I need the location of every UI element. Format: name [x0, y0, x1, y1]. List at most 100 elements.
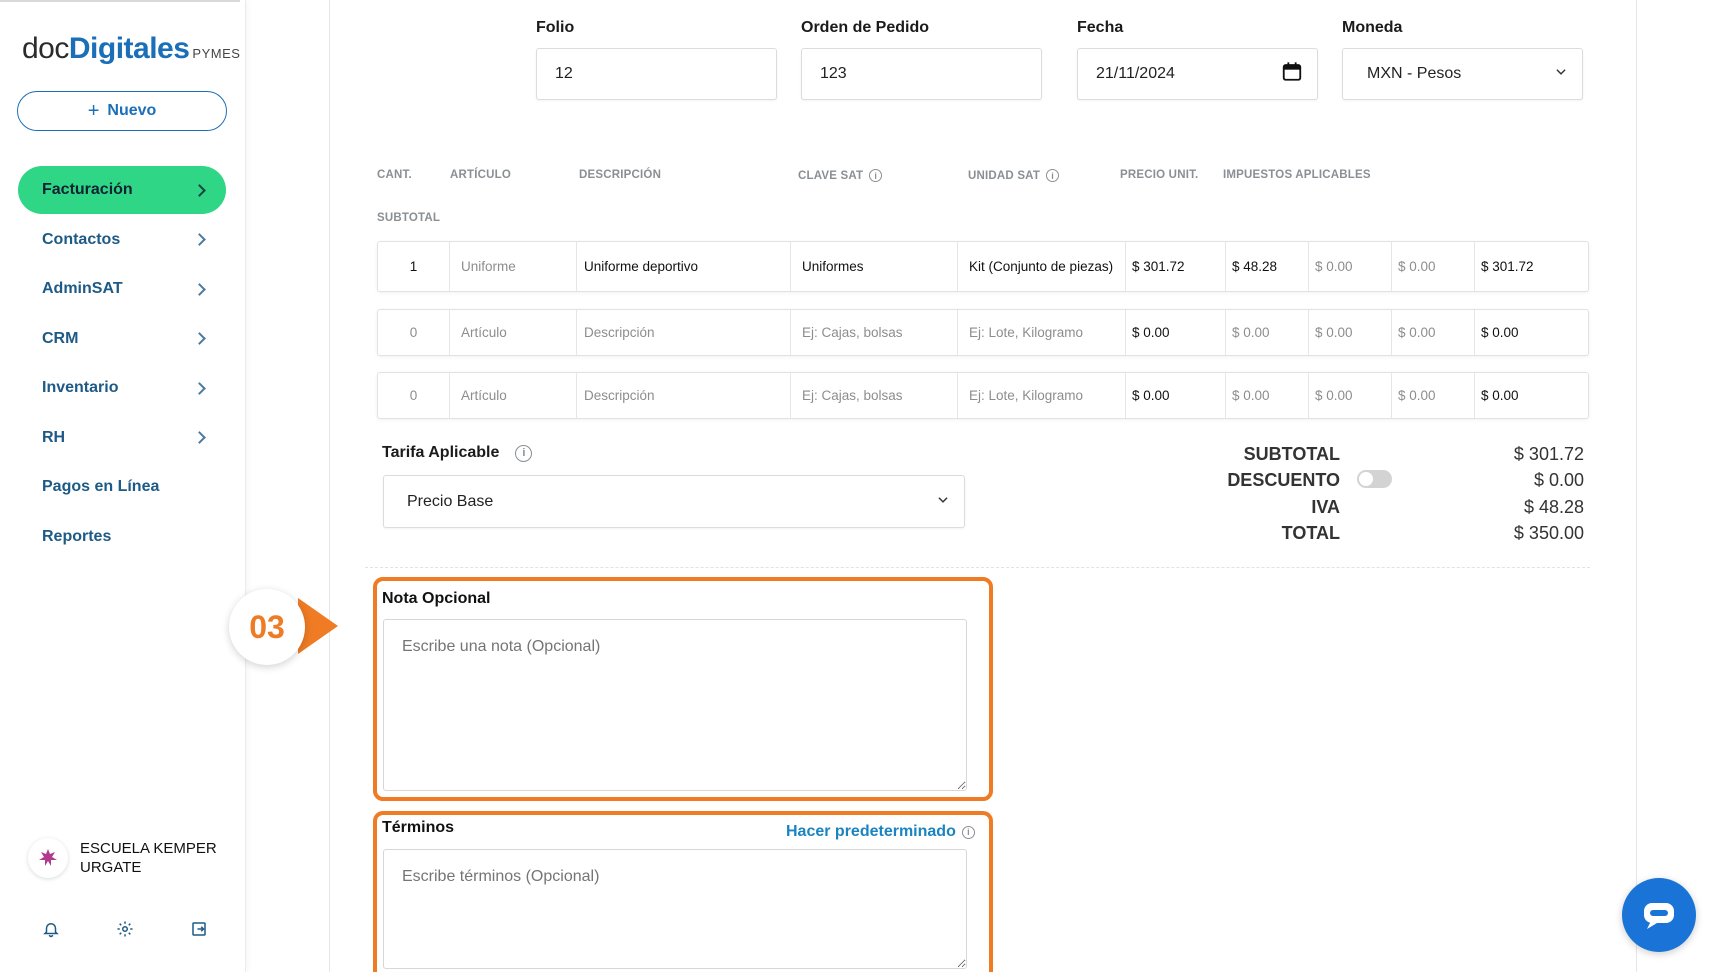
- new-button[interactable]: + Nuevo: [17, 91, 227, 131]
- cell-descripcion[interactable]: Uniforme deportivo: [577, 242, 791, 291]
- cell-precio[interactable]: $ 0.00: [1126, 310, 1226, 355]
- cell-unidad-sat[interactable]: Ej: Lote, Kilogramo: [958, 373, 1126, 418]
- chevron-down-icon: [1554, 65, 1568, 84]
- sidebar-item-adminsat[interactable]: AdminSAT: [18, 265, 226, 313]
- folio-label: Folio: [536, 19, 575, 36]
- cell-subtotal: $ 301.72: [1481, 258, 1534, 274]
- header-clave-sat: CLAVE SAT i: [798, 169, 883, 182]
- table-row: 0 Artículo Descripción Ej: Cajas, bolsas…: [377, 309, 1589, 356]
- school-logo-icon: [39, 849, 57, 866]
- chevron-right-icon: [193, 381, 206, 395]
- tarifa-select[interactable]: Precio Base: [383, 475, 965, 528]
- cell-articulo[interactable]: Artículo: [450, 310, 577, 355]
- terminos-label: Términos: [382, 819, 455, 836]
- sidebar-item-reportes[interactable]: Reportes: [18, 513, 226, 561]
- sidebar-item-pagos-en-linea[interactable]: Pagos en Línea: [18, 463, 226, 511]
- sidebar-item-rh[interactable]: RH: [18, 414, 226, 462]
- info-icon[interactable]: i: [515, 444, 533, 462]
- descuento-label: DESCUENTO: [1227, 470, 1340, 490]
- total-label: TOTAL: [1281, 523, 1340, 543]
- folio-input[interactable]: 12: [536, 48, 777, 100]
- header-unidad-sat: UNIDAD SAT i: [968, 169, 1060, 182]
- subtotal-label: SUBTOTAL: [1243, 444, 1340, 464]
- cell-precio[interactable]: $ 301.72: [1126, 242, 1226, 291]
- cell-cant[interactable]: 1: [378, 242, 450, 291]
- cell-articulo[interactable]: Artículo: [450, 373, 577, 418]
- tarifa-aplicable-label: Tarifa Aplicable i: [382, 444, 533, 462]
- cell-precio[interactable]: $ 0.00: [1126, 373, 1226, 418]
- totals-values: $ 301.72 $ 0.00 $ 48.28 $ 350.00: [1420, 444, 1584, 544]
- cell-articulo[interactable]: Uniforme: [450, 242, 577, 291]
- descuento-value: $ 0.00: [1533, 470, 1584, 490]
- table-row: 0 Artículo Descripción Ej: Cajas, bolsas…: [377, 372, 1589, 419]
- hacer-predeterminado-link[interactable]: Hacer predeterminado i: [786, 823, 975, 841]
- sidebar-item-facturacion[interactable]: Facturación: [18, 166, 226, 214]
- iva-value: $ 48.28: [1523, 497, 1584, 517]
- subtotal-value: $ 301.72: [1513, 444, 1584, 464]
- sidebar-item-crm[interactable]: CRM: [18, 315, 226, 363]
- gear-icon[interactable]: [114, 918, 136, 940]
- cell-tax-1[interactable]: $ 0.00: [1226, 373, 1309, 418]
- cell-tax-3[interactable]: $ 0.00: [1392, 310, 1475, 355]
- chat-bubble-icon: [1644, 903, 1674, 929]
- total-value: $ 350.00: [1513, 523, 1584, 543]
- chevron-down-icon: [936, 492, 950, 511]
- info-icon[interactable]: i: [961, 825, 975, 839]
- totals-labels: SUBTOTAL DESCUENTO IVA TOTAL: [1160, 444, 1340, 544]
- cell-subtotal: $ 0.00: [1481, 324, 1519, 340]
- nota-textarea[interactable]: [383, 619, 967, 791]
- cell-clave-sat[interactable]: Ej: Cajas, bolsas: [791, 373, 958, 418]
- cell-cant[interactable]: 0: [378, 310, 450, 355]
- organization-switcher[interactable]: ESCUELA KEMPER URGATE: [28, 838, 230, 878]
- header-precio-unit: PRECIO UNIT.: [1120, 169, 1199, 181]
- calendar-icon[interactable]: [1281, 61, 1303, 88]
- cell-tax-2[interactable]: $ 0.00: [1309, 373, 1392, 418]
- new-button-label: Nuevo: [107, 102, 157, 119]
- cell-tax-1[interactable]: $ 0.00: [1226, 310, 1309, 355]
- cell-clave-sat[interactable]: Uniformes: [791, 242, 958, 291]
- sidebar-item-contactos[interactable]: Contactos: [18, 216, 226, 264]
- cell-unidad-sat[interactable]: Ej: Lote, Kilogramo: [958, 310, 1126, 355]
- header-impuestos: IMPUESTOS APLICABLES: [1223, 169, 1371, 181]
- cell-descripcion[interactable]: Descripción: [577, 373, 791, 418]
- info-icon[interactable]: i: [1046, 169, 1060, 182]
- table-row: 1 Uniforme Uniforme deportivo Uniformes …: [377, 241, 1589, 292]
- descuento-toggle[interactable]: [1357, 470, 1392, 488]
- cell-unidad-sat[interactable]: Kit (Conjunto de piezas): [958, 242, 1126, 291]
- terminos-textarea[interactable]: [383, 849, 967, 969]
- cell-cant[interactable]: 0: [378, 373, 450, 418]
- cell-tax-3[interactable]: $ 0.00: [1392, 242, 1475, 291]
- app-logo[interactable]: docDigitales PYMES: [22, 32, 240, 66]
- orden-pedido-input[interactable]: 123: [801, 48, 1042, 100]
- orden-pedido-label: Orden de Pedido: [801, 19, 930, 36]
- fecha-input[interactable]: 21/11/2024: [1077, 48, 1318, 100]
- plus-icon: +: [87, 100, 100, 122]
- cell-descripcion[interactable]: Descripción: [577, 310, 791, 355]
- chevron-right-icon: [193, 431, 206, 444]
- bell-icon[interactable]: [40, 918, 62, 940]
- sidebar-nav: Facturación Contactos AdminSAT CRM Inven…: [18, 166, 226, 562]
- chevron-right-icon: [193, 332, 206, 345]
- nota-opcional-label: Nota Opcional: [382, 590, 491, 607]
- cell-tax-2[interactable]: $ 0.00: [1309, 242, 1392, 291]
- cell-tax-1[interactable]: $ 48.28: [1226, 242, 1309, 291]
- header-subtotal: SUBTOTAL: [377, 212, 441, 224]
- moneda-select[interactable]: MXN - Pesos: [1342, 48, 1583, 100]
- organization-avatar: [28, 838, 68, 878]
- cell-clave-sat[interactable]: Ej: Cajas, bolsas: [791, 310, 958, 355]
- iva-label: IVA: [1311, 497, 1340, 517]
- cell-tax-3[interactable]: $ 0.00: [1392, 373, 1475, 418]
- sidebar-item-inventario[interactable]: Inventario: [18, 364, 226, 412]
- chevron-right-icon: [193, 282, 206, 296]
- sidebar-footer-icons: [40, 918, 210, 940]
- moneda-label: Moneda: [1342, 19, 1403, 36]
- chevron-right-icon: [193, 233, 206, 246]
- organization-name: ESCUELA KEMPER URGATE: [80, 840, 217, 876]
- header-articulo: ARTÍCULO: [450, 169, 512, 181]
- cell-tax-2[interactable]: $ 0.00: [1309, 310, 1392, 355]
- logout-icon[interactable]: [188, 918, 210, 940]
- chat-button[interactable]: [1622, 878, 1696, 952]
- sidebar: docDigitales PYMES + Nuevo Facturación Co…: [0, 0, 246, 972]
- chevron-right-icon: [193, 183, 206, 197]
- info-icon[interactable]: i: [869, 169, 883, 182]
